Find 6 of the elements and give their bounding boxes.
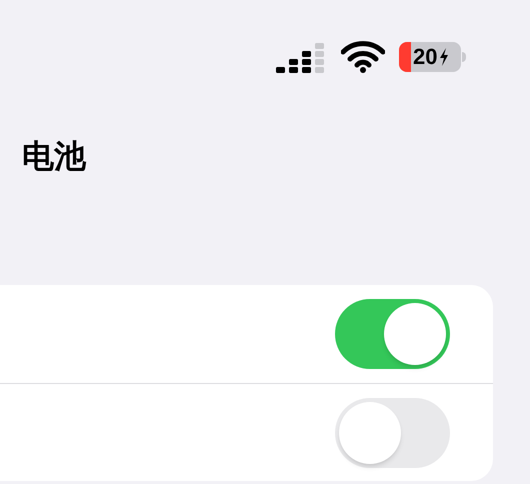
wifi-icon bbox=[341, 41, 385, 73]
signal-icon bbox=[275, 41, 327, 73]
lightning-bolt-icon bbox=[439, 48, 450, 66]
page-title: 电池 bbox=[22, 136, 88, 177]
battery-percentage: 20 bbox=[413, 46, 438, 68]
battery-charge-fill bbox=[399, 42, 411, 72]
